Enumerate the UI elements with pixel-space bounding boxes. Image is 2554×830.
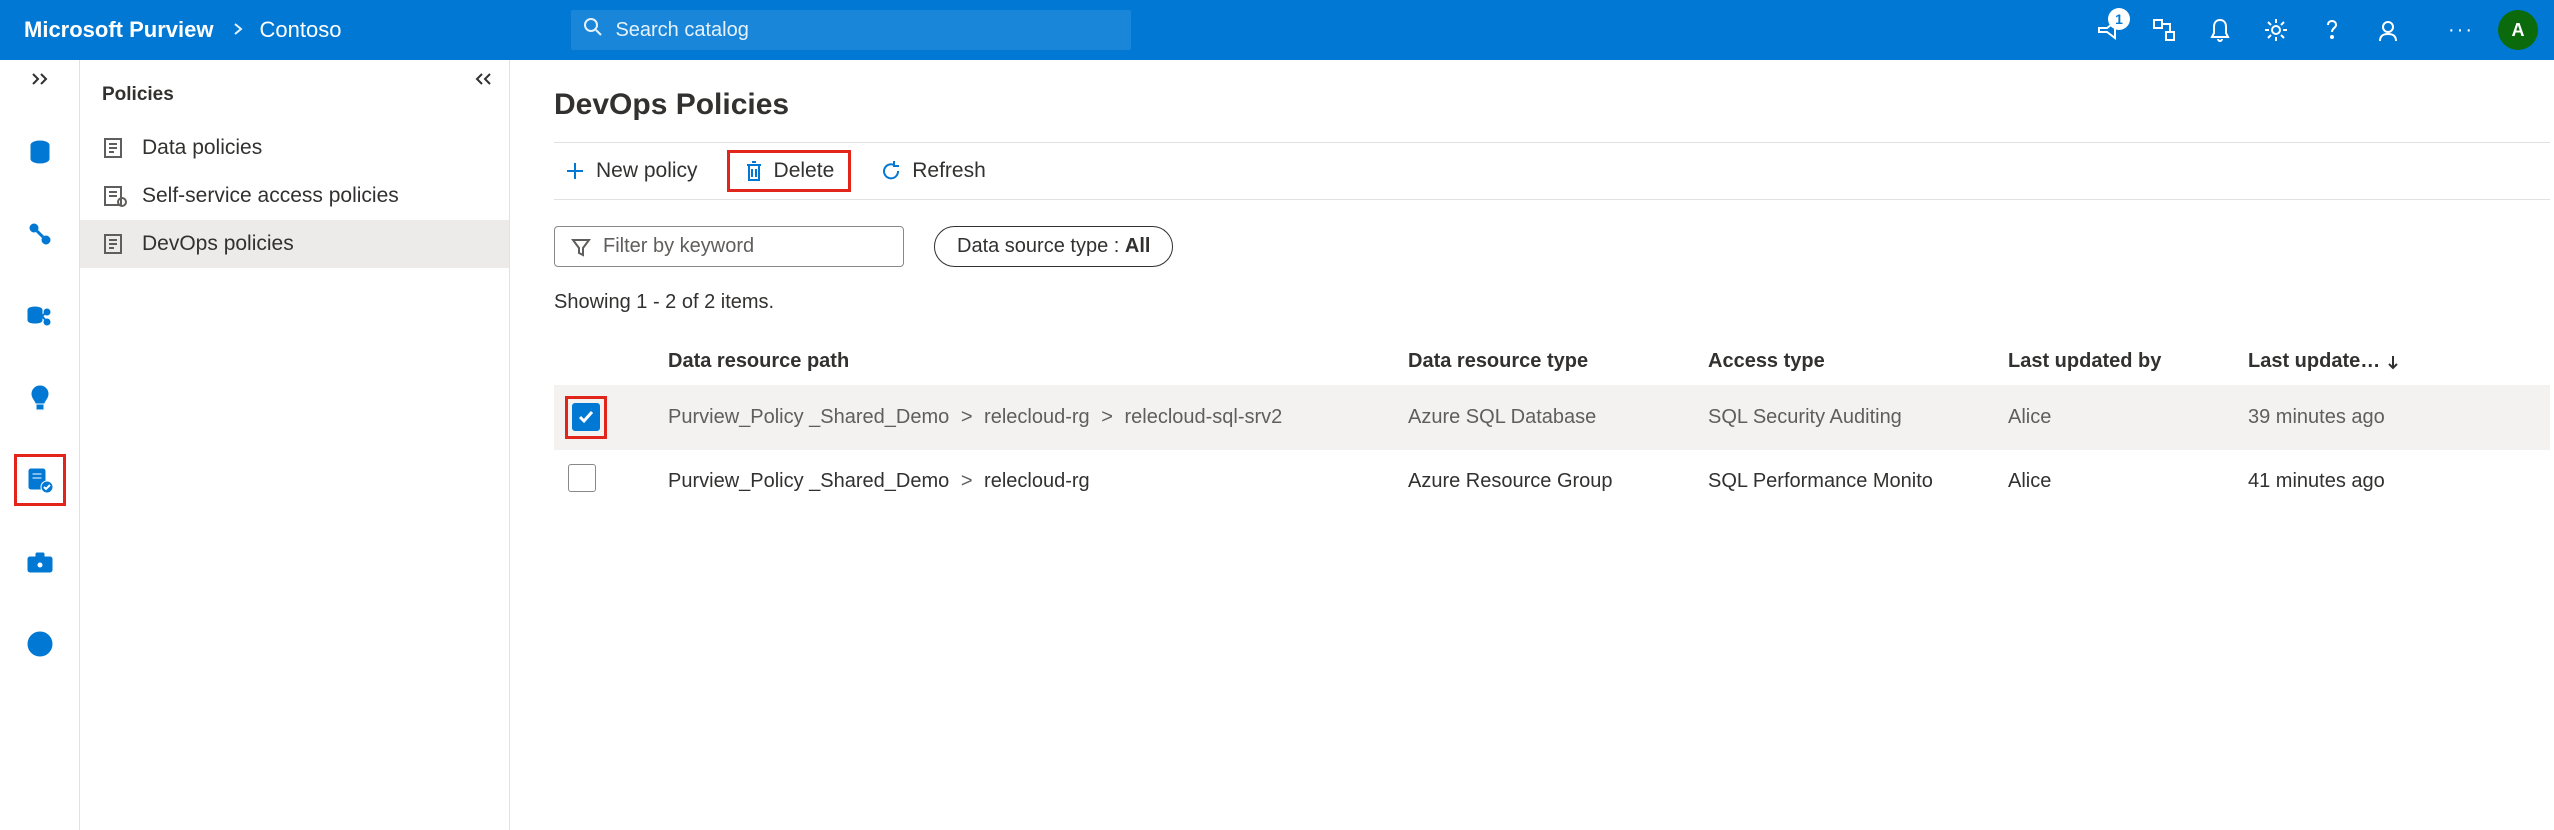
cell-type: Azure SQL Database [1394,385,1694,450]
sidebar-item-devops-policies[interactable]: DevOps policies [80,220,509,268]
overflow-menu[interactable]: ··· [2448,19,2474,42]
side-nav-title: Policies [80,70,509,124]
user-avatar[interactable]: A [2498,10,2538,50]
col-path[interactable]: Data resource path [654,338,1394,385]
search-input[interactable] [615,19,1119,42]
settings-icon[interactable] [2248,2,2304,58]
rail-data-catalog-icon[interactable] [19,131,61,173]
nav-rail [0,60,80,830]
button-label: New policy [596,159,698,183]
table-row[interactable]: Purview_Policy _Shared_Demo > relecloud-… [554,450,2550,512]
feedback-icon[interactable] [2360,2,2416,58]
filter-bar: Filter by keyword Data source type : All [554,226,2554,267]
chevron-right-icon [233,22,243,39]
cell-access: SQL Performance Monito [1694,450,1994,512]
keyword-filter[interactable]: Filter by keyword [554,226,904,267]
rail-policy-icon[interactable] [19,459,61,501]
sidebar-item-label: DevOps policies [142,232,294,256]
announcements-icon[interactable]: 1 [2080,2,2136,58]
col-updated-at[interactable]: Last update… [2234,338,2550,385]
refresh-button[interactable]: Refresh [870,153,996,189]
row-checkbox[interactable] [568,464,596,492]
cell-updated-at: 41 minutes ago [2234,450,2550,512]
cell-path: Purview_Policy _Shared_Demo > relecloud-… [654,385,1394,450]
cell-updated-by: Alice [1994,450,2234,512]
col-type[interactable]: Data resource type [1394,338,1694,385]
brand-title[interactable]: Microsoft Purview [24,17,213,43]
data-source-type-filter[interactable]: Data source type : All [934,226,1173,267]
rail-management-icon[interactable] [19,541,61,583]
page-title: DevOps Policies [554,88,2554,122]
rail-expand-icon[interactable] [29,70,51,91]
filter-label: Data source type : [957,235,1125,257]
delete-button[interactable]: Delete [730,153,849,189]
sidebar-item-data-policies[interactable]: Data policies [80,124,509,172]
cell-updated-by: Alice [1994,385,2234,450]
sidebar-item-self-service-policies[interactable]: Self-service access policies [80,172,509,220]
policies-table: Data resource path Data resource type Ac… [554,338,2550,512]
diagnostics-icon[interactable] [2136,2,2192,58]
rail-data-share-icon[interactable] [19,295,61,337]
app-header: Microsoft Purview Contoso 1 ··· A [0,0,2554,60]
row-checkbox[interactable] [572,403,600,431]
breadcrumb-account[interactable]: Contoso [259,17,341,43]
button-label: Delete [774,159,835,183]
search-icon [583,17,603,43]
side-collapse-icon[interactable] [473,70,495,91]
col-updated-by[interactable]: Last updated by [1994,338,2234,385]
filter-value: All [1125,235,1151,257]
cell-path: Purview_Policy _Shared_Demo > relecloud-… [654,450,1394,512]
col-access[interactable]: Access type [1694,338,1994,385]
notifications-icon[interactable] [2192,2,2248,58]
main-content: DevOps Policies New policy Delete Refres… [510,60,2554,830]
new-policy-button[interactable]: New policy [554,153,708,189]
rail-privacy-icon[interactable] [19,623,61,665]
side-nav: Policies Data policies Self-service acce… [80,60,510,830]
notif-badge: 1 [2108,8,2130,30]
cell-access: SQL Security Auditing [1694,385,1994,450]
help-icon[interactable] [2304,2,2360,58]
cell-type: Azure Resource Group [1394,450,1694,512]
rail-insights-icon[interactable] [19,377,61,419]
results-count: Showing 1 - 2 of 2 items. [554,291,2554,314]
table-row[interactable]: Purview_Policy _Shared_Demo > relecloud-… [554,385,2550,450]
sidebar-item-label: Self-service access policies [142,184,399,208]
sidebar-item-label: Data policies [142,136,262,160]
cell-updated-at: 39 minutes ago [2234,385,2550,450]
command-bar: New policy Delete Refresh [554,142,2550,200]
search-box[interactable] [571,10,1131,50]
keyword-filter-placeholder: Filter by keyword [603,235,754,258]
button-label: Refresh [912,159,986,183]
rail-data-map-icon[interactable] [19,213,61,255]
